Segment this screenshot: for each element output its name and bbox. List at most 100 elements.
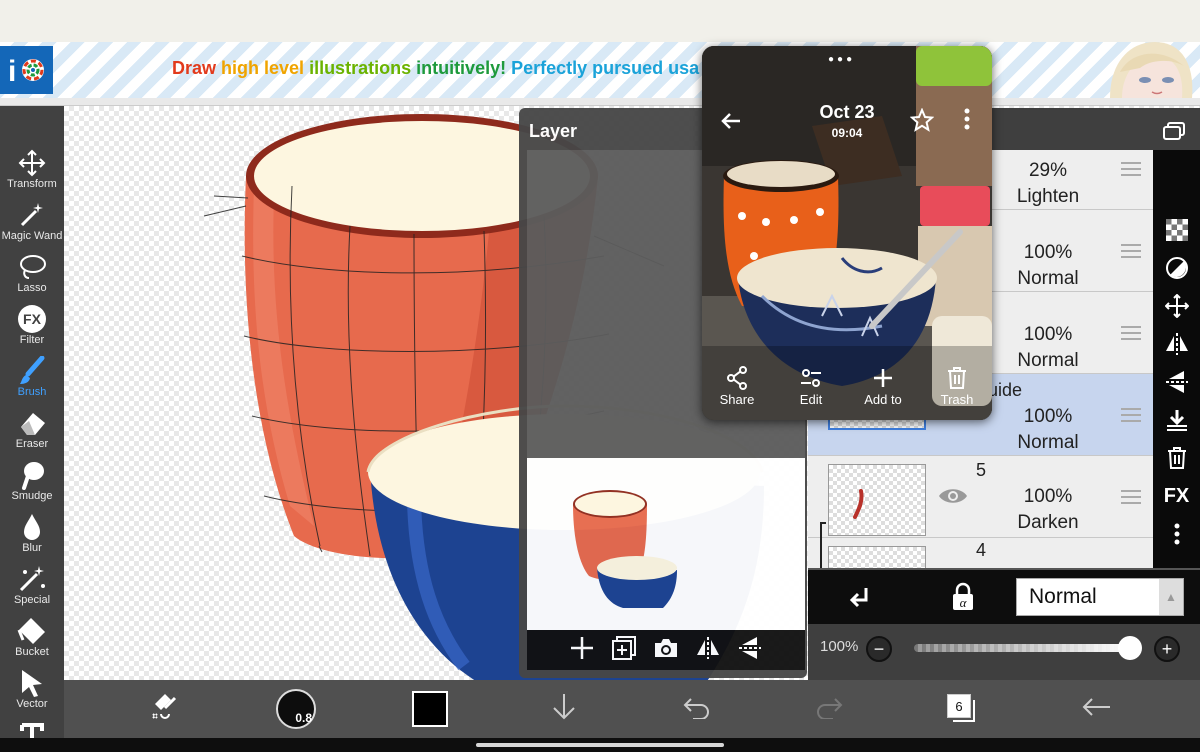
tool-brush[interactable]: Brush xyxy=(0,356,64,408)
layer-row[interactable]: 4 xyxy=(808,538,1153,570)
gallery-photo-popup[interactable]: ●●● Oct 23 09:04 Share Edit Add to Trash xyxy=(702,46,992,420)
flip-horizontal-icon[interactable] xyxy=(695,635,721,666)
tool-transform[interactable]: Transform xyxy=(0,148,64,200)
status-bar xyxy=(0,0,1200,42)
drag-handle-icon[interactable] xyxy=(1121,244,1141,258)
more-options-icon[interactable] xyxy=(964,108,970,135)
layer-opacity: 100% xyxy=(1023,406,1073,427)
eraser-icon xyxy=(17,408,47,438)
opacity-bar: 100% − + xyxy=(808,624,1200,670)
ad-banner-text[interactable]: Draw high level illustrations intuitivel… xyxy=(172,58,699,79)
tool-filter[interactable]: FX Filter xyxy=(0,304,64,356)
drag-handle-dots[interactable]: ●●● xyxy=(828,54,855,65)
tool-smudge[interactable]: Smudge xyxy=(0,460,64,512)
visibility-eye-icon[interactable] xyxy=(938,486,968,511)
edit-label: Edit xyxy=(799,392,823,407)
opacity-slider-thumb[interactable] xyxy=(1118,636,1142,660)
redo-button[interactable] xyxy=(808,680,852,738)
layer-blend-mode: Lighten xyxy=(1016,186,1080,207)
layer-blend-mode: Normal xyxy=(1017,432,1079,453)
clipping-icon[interactable] xyxy=(848,584,874,615)
edit-sliders-icon xyxy=(776,364,846,392)
layer-fx-button[interactable]: FX xyxy=(1153,478,1200,514)
ad-banner[interactable]: i Draw high level illustrations intuitiv… xyxy=(0,42,1200,98)
move-layer-icon[interactable] xyxy=(1153,288,1200,324)
tool-magic-wand[interactable]: Magic Wand xyxy=(0,200,64,252)
invert-circle-icon[interactable] xyxy=(1153,250,1200,286)
brush-size-button[interactable]: 0.8 xyxy=(274,680,318,738)
swap-tool-button[interactable] xyxy=(142,680,186,738)
lasso-icon xyxy=(17,252,47,282)
camera-icon[interactable] xyxy=(653,637,679,664)
banner-divider xyxy=(0,98,1200,106)
flip-vertical-icon[interactable] xyxy=(737,635,763,666)
add-layer-icon[interactable] xyxy=(569,635,595,666)
more-options-icon[interactable] xyxy=(1153,516,1200,552)
opacity-increase-button[interactable]: + xyxy=(1154,636,1180,662)
ibis-paint-app: i Draw high level illustrations intuitiv… xyxy=(0,0,1200,752)
photo-time: 09:04 xyxy=(831,126,863,140)
layer-number: 5 xyxy=(976,460,987,480)
share-button[interactable]: Share xyxy=(702,364,772,407)
tool-special[interactable]: Special xyxy=(0,564,64,616)
drag-handle-icon[interactable] xyxy=(1121,408,1141,422)
tool-label: Bucket xyxy=(15,646,49,658)
opacity-slider[interactable] xyxy=(914,636,1142,660)
delete-layer-icon[interactable] xyxy=(1153,440,1200,476)
layer-blend-mode: Normal xyxy=(1017,268,1079,289)
tool-bucket[interactable]: Bucket xyxy=(0,616,64,668)
clipping-bracket xyxy=(820,522,826,570)
checkerboard-icon[interactable] xyxy=(1153,212,1200,248)
tool-label: Filter xyxy=(19,334,45,346)
drag-handle-icon[interactable] xyxy=(1121,326,1141,340)
flip-layer-horizontal-icon[interactable] xyxy=(1153,326,1200,362)
layer-opacity: 100% xyxy=(1023,242,1073,263)
banner-segment: intuitively! xyxy=(416,58,512,78)
scroll-down-button[interactable] xyxy=(542,680,586,738)
banner-segment: Draw xyxy=(172,58,222,78)
filter-icon: FX xyxy=(17,304,47,334)
alpha-lock-icon[interactable]: α xyxy=(950,582,976,617)
layer-side-toolbar: FX xyxy=(1153,150,1200,570)
tool-lasso[interactable]: Lasso xyxy=(0,252,64,304)
opacity-label: 100% xyxy=(820,638,859,655)
banner-segment: high level xyxy=(221,58,310,78)
opacity-decrease-button[interactable]: − xyxy=(866,636,892,662)
undo-icon xyxy=(681,695,711,724)
color-swatch-button[interactable] xyxy=(408,680,452,738)
maximize-panel-icon[interactable] xyxy=(1162,121,1186,146)
back-button[interactable] xyxy=(1074,680,1118,738)
add-to-button[interactable]: Add to xyxy=(848,364,918,407)
brush-size-circle: 0.8 xyxy=(276,689,316,729)
back-arrow-icon xyxy=(1080,696,1112,723)
home-gesture-handle[interactable] xyxy=(476,743,724,747)
tool-vector[interactable]: Vector xyxy=(0,668,64,720)
drag-handle-icon[interactable] xyxy=(1121,162,1141,176)
bucket-icon xyxy=(17,616,47,646)
trash-button[interactable]: Trash xyxy=(922,364,992,407)
system-navigation-bar xyxy=(0,738,1200,752)
favorite-star-icon[interactable] xyxy=(909,107,935,137)
flip-layer-vertical-icon[interactable] xyxy=(1153,364,1200,400)
tool-label: Magic Wand xyxy=(1,230,63,242)
tool-blur[interactable]: Blur xyxy=(0,512,64,564)
banner-segment: illustrations xyxy=(309,58,417,78)
merge-down-icon[interactable] xyxy=(1153,402,1200,438)
edit-button[interactable]: Edit xyxy=(776,364,846,407)
canvas-thumbnail[interactable] xyxy=(527,458,805,630)
primary-color-swatch xyxy=(412,691,448,727)
undo-button[interactable] xyxy=(674,680,718,738)
layers-button[interactable]: 6 xyxy=(940,680,984,738)
drag-handle-icon[interactable] xyxy=(1121,490,1141,504)
blend-mode-bar: α Normal ▲ xyxy=(808,568,1200,624)
vector-icon xyxy=(18,668,46,698)
tool-label: Vector xyxy=(16,698,48,710)
bottom-toolbar: 0.8 6 xyxy=(64,680,1200,738)
blend-mode-select[interactable]: Normal ▲ xyxy=(1016,578,1184,616)
add-layer-copy-icon[interactable] xyxy=(611,635,637,666)
blur-icon xyxy=(20,512,44,542)
tool-eraser[interactable]: Eraser xyxy=(0,408,64,460)
layer-row[interactable]: 5 100% Darken xyxy=(808,456,1153,538)
brush-icon xyxy=(18,356,46,386)
layer-number: 4 xyxy=(976,540,987,560)
